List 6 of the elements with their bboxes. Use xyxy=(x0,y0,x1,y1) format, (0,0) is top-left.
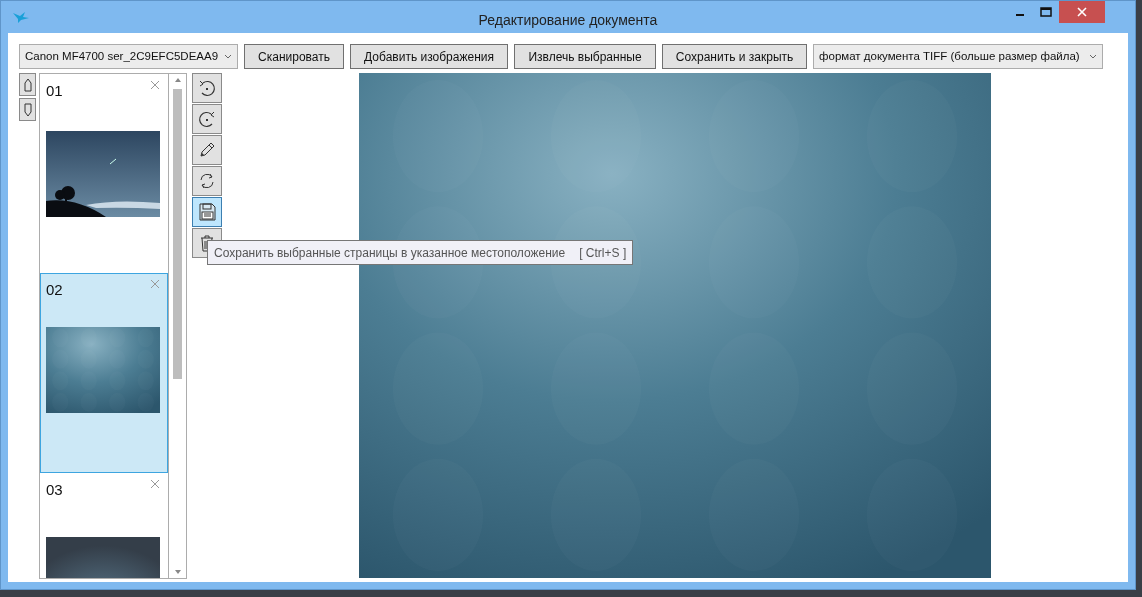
page-number: 03 xyxy=(46,480,63,500)
shortcut-text: [ Ctrl+S ] xyxy=(579,244,627,262)
tooltip-text: Сохранить выбранные страницы в указанное местоположение xyxy=(214,244,566,262)
page-number: 02 xyxy=(46,280,63,300)
window-title: Редактирование документа xyxy=(478,11,658,30)
page-number: 01 xyxy=(46,81,63,101)
